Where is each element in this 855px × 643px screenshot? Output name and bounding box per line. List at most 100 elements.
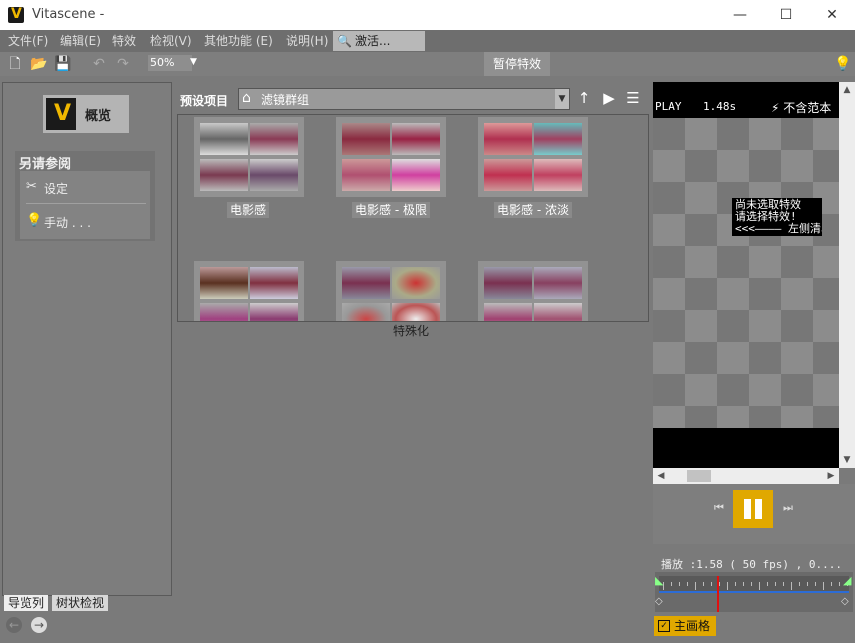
overview-button[interactable]: V 概览 xyxy=(43,95,129,133)
play-preview-icon[interactable]: ▶ xyxy=(600,89,618,107)
activate-button[interactable]: 🔍 激活... xyxy=(333,31,425,51)
preset-thumbnail xyxy=(200,159,248,191)
main-frame-label: 主画格 xyxy=(674,619,711,633)
scroll-up-icon[interactable]: ▲ xyxy=(839,82,855,98)
open-folder-icon[interactable]: 📂 xyxy=(30,55,48,73)
timeline-tick xyxy=(791,582,792,590)
preview-vertical-scrollbar[interactable]: ▲ ▼ xyxy=(839,82,855,468)
preset-thumbnail xyxy=(342,267,390,299)
preset-group-select[interactable]: ⌂ 滤镜群组 ▼ xyxy=(238,88,570,110)
tab-tree-view[interactable]: 树状检视 xyxy=(52,595,109,611)
new-file-icon[interactable]: 🗋 xyxy=(6,55,24,73)
presets-label: 预设项目 xyxy=(180,94,229,108)
minimize-button[interactable]: — xyxy=(717,0,763,30)
preset-thumbnail xyxy=(342,159,390,191)
preset-thumbnail xyxy=(342,123,390,155)
pause-effects-button[interactable]: 暂停特效 xyxy=(484,52,550,76)
preset-thumbnail xyxy=(392,267,440,299)
keyframe-icon[interactable]: ◇ xyxy=(841,596,849,607)
activate-label: 激活... xyxy=(355,34,391,48)
timeline-tick xyxy=(671,582,672,586)
timeline-tick xyxy=(831,582,832,586)
skip-forward-icon[interactable]: ⏭ xyxy=(780,500,796,516)
preset-tile[interactable] xyxy=(194,117,304,197)
no-sample-toggle[interactable]: ⚡ 不含范本 xyxy=(771,99,831,116)
playback-status: 播放 :1.58 ( 50 fps) , 0.... xyxy=(661,558,842,571)
menu-edit[interactable]: 编辑(E) xyxy=(56,30,105,52)
up-arrow-icon[interactable]: ↑ xyxy=(575,89,593,107)
vitascene-logo-icon: V xyxy=(46,98,76,130)
skip-back-icon[interactable]: ⏮ xyxy=(711,500,727,516)
timeline-tick xyxy=(823,582,824,590)
manual-link[interactable]: 手动 . . . xyxy=(44,214,91,231)
timeline-tick xyxy=(775,582,776,586)
chevron-down-icon[interactable]: ▼ xyxy=(555,89,569,109)
zoom-dropdown-icon[interactable]: ▼ xyxy=(190,57,197,67)
preview-canvas[interactable] xyxy=(653,82,839,468)
menu-help[interactable]: 说明(H) xyxy=(282,30,332,52)
tab-navigation[interactable]: 导览列 xyxy=(4,595,49,611)
scroll-right-icon[interactable]: ▶ xyxy=(823,468,839,484)
preview-horizontal-scrollbar[interactable]: ◀ ▶ xyxy=(653,468,839,484)
preset-thumbnail xyxy=(484,159,532,191)
bulb-icon: 💡 xyxy=(26,213,43,228)
playhead[interactable] xyxy=(717,576,719,612)
back-arrow-icon[interactable]: ← xyxy=(6,617,22,633)
preset-grid: 电影感 电影感 - 极限 电影感 - 浓淡 ▲ ▼ xyxy=(177,114,649,322)
timeline-tick xyxy=(711,582,712,586)
timeline-tick xyxy=(687,582,688,586)
preset-group-value: 滤镜群组 xyxy=(261,93,310,107)
timeline-range xyxy=(659,591,849,593)
timeline-tick xyxy=(751,582,752,586)
preset-thumbnail xyxy=(484,123,532,155)
menu-other[interactable]: 其他功能 (E) xyxy=(200,30,277,52)
timeline-ruler[interactable] xyxy=(659,576,849,593)
preset-tile[interactable] xyxy=(478,261,588,321)
timeline-tick xyxy=(799,582,800,586)
scroll-down-icon[interactable]: ▼ xyxy=(839,452,855,468)
home-icon: ⌂ xyxy=(242,90,251,106)
pause-button[interactable] xyxy=(733,490,773,528)
preset-thumbnail xyxy=(534,267,582,299)
preset-thumbnail xyxy=(342,303,390,321)
preset-thumbnail xyxy=(250,303,298,321)
preset-tile[interactable] xyxy=(478,117,588,197)
save-icon[interactable]: 💾 xyxy=(54,55,72,73)
preset-tile[interactable] xyxy=(336,261,446,321)
timeline-tick xyxy=(839,582,840,586)
menu-view[interactable]: 检视(V) xyxy=(146,30,196,52)
preset-thumbnail xyxy=(484,303,532,321)
maximize-button[interactable]: ☐ xyxy=(763,0,809,30)
preset-tile[interactable] xyxy=(336,117,446,197)
main-frame-checkbox[interactable]: ✓ 主画格 xyxy=(654,616,716,636)
preset-thumbnail xyxy=(200,123,248,155)
title-bar: V Vitascene - — ☐ ✕ xyxy=(0,0,855,30)
close-button[interactable]: ✕ xyxy=(809,0,855,30)
keyframe-icon[interactable]: ◇ xyxy=(655,596,663,607)
zoom-select[interactable]: 50% xyxy=(148,55,192,71)
end-marker-icon[interactable]: ◢ xyxy=(843,574,851,587)
preset-thumbnail xyxy=(534,123,582,155)
window-title: Vitascene - xyxy=(32,7,105,22)
preset-tile[interactable] xyxy=(194,261,304,321)
preset-thumbnail xyxy=(534,303,582,321)
checkmark-icon: ✓ xyxy=(658,620,670,632)
start-marker-icon[interactable]: ◣ xyxy=(655,574,663,587)
redo-icon[interactable]: ↷ xyxy=(114,55,132,73)
scrollbar-thumb[interactable] xyxy=(687,470,711,482)
undo-icon[interactable]: ↶ xyxy=(90,55,108,73)
menu-file[interactable]: 文件(F) xyxy=(4,30,52,52)
preset-thumbnail xyxy=(200,267,248,299)
preset-name: 电影感 - 浓淡 xyxy=(494,202,572,218)
timeline-tick xyxy=(695,582,696,590)
lightbulb-icon[interactable]: 💡 xyxy=(834,55,852,73)
list-view-icon[interactable]: ☰ xyxy=(624,89,642,107)
forward-arrow-icon[interactable]: → xyxy=(31,617,47,633)
timeline[interactable]: ◣ ◢ ◇ ◇ xyxy=(655,572,853,612)
play-label: PLAY xyxy=(655,100,682,113)
scroll-left-icon[interactable]: ◀ xyxy=(653,468,669,484)
menu-bar: 文件(F) 编辑(E) 特效 检视(V) 其他功能 (E) 说明(H) 🔍 激活… xyxy=(0,30,855,52)
menu-effects[interactable]: 特效 xyxy=(108,30,140,52)
app-logo-icon: V xyxy=(8,6,24,23)
settings-link[interactable]: 设定 xyxy=(44,180,68,197)
